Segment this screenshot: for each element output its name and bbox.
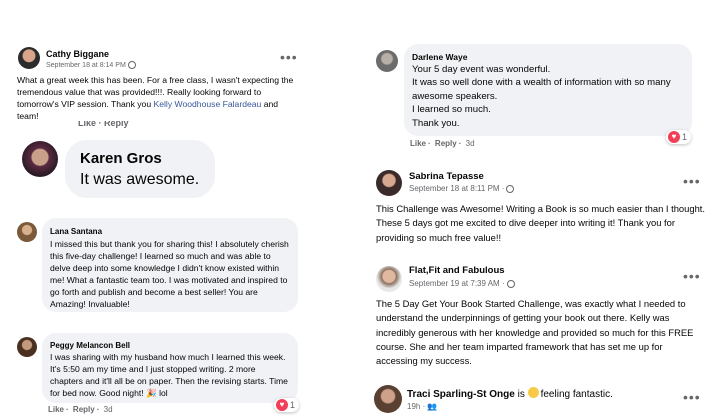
separator: · xyxy=(458,139,462,148)
more-options-icon[interactable]: ••• xyxy=(280,50,298,64)
post-text: The 5 Day Get Your Book Started Challeng… xyxy=(376,298,694,367)
separator: · xyxy=(428,139,431,148)
avatar[interactable] xyxy=(17,222,37,242)
reaction-badge[interactable]: ♥ 1 xyxy=(274,398,300,412)
comment-age: 3d xyxy=(103,405,113,414)
comment-line: I learned so much. xyxy=(412,104,491,116)
comment-actions: Like · Reply · 3d xyxy=(48,405,115,414)
more-options-icon[interactable]: ••• xyxy=(683,269,701,283)
avatar[interactable] xyxy=(18,47,40,69)
globe-icon xyxy=(506,279,515,288)
globe-icon xyxy=(127,61,136,69)
status-line: Traci Sparling-St Onge is feeling fantas… xyxy=(407,387,613,400)
avatar[interactable] xyxy=(376,50,398,72)
partial-actions: Like · Reply xyxy=(78,121,129,128)
comment-line: Thank you. xyxy=(412,117,460,129)
reply-button[interactable]: Reply xyxy=(73,405,95,414)
like-button[interactable]: Like xyxy=(410,139,426,148)
like-button[interactable]: Like xyxy=(48,405,64,414)
post-text: What a great week this has been. For a f… xyxy=(17,74,295,122)
comment-text: It was awesome. xyxy=(80,171,200,188)
avatar[interactable] xyxy=(376,170,402,196)
heart-icon: ♥ xyxy=(668,131,680,143)
author-name[interactable]: Cathy Biggane xyxy=(46,49,109,59)
reaction-badge[interactable]: ♥ 1 xyxy=(666,130,692,144)
comment-line: It was so well done with a wealth of inf… xyxy=(412,77,671,102)
comment-actions: Like · Reply · 3d xyxy=(410,139,477,148)
comment-text: I was sharing with my husband how much I… xyxy=(50,352,288,398)
post-time-text: September 18 at 8:11 PM · xyxy=(409,184,505,193)
comment-text: Your 5 day event was wonderful. It was s… xyxy=(412,63,687,130)
author-name[interactable]: Darlene Waye xyxy=(412,52,467,62)
more-options-icon[interactable]: ••• xyxy=(683,390,701,404)
avatar[interactable] xyxy=(22,141,58,177)
post-time-text: September 18 at 8:14 PM xyxy=(46,61,126,69)
author-name[interactable]: Karen Gros xyxy=(80,150,162,167)
comment-text: I missed this but thank you for sharing … xyxy=(50,239,289,309)
comment-age: 3d xyxy=(465,139,475,148)
heart-icon: ♥ xyxy=(276,399,288,411)
post-time[interactable]: September 18 at 8:14 PM xyxy=(46,61,136,69)
post-time-text: September 19 at 7:39 AM · xyxy=(409,279,505,288)
comment-line: Your 5 day event was wonderful. xyxy=(412,64,551,75)
post-time-text: 19h · xyxy=(407,402,426,411)
status-is: is xyxy=(514,389,528,400)
separator: · xyxy=(96,405,100,414)
post-time[interactable]: 19h · 👥 xyxy=(407,402,437,411)
author-name[interactable]: Traci Sparling-St Onge xyxy=(407,389,515,400)
globe-icon xyxy=(506,184,515,193)
more-options-icon[interactable]: ••• xyxy=(683,174,701,188)
comment-bubble xyxy=(65,140,215,198)
mention-link[interactable]: Kelly Woodhouse Falardeau xyxy=(154,99,262,109)
separator: · xyxy=(66,405,69,414)
avatar[interactable] xyxy=(376,266,402,292)
author-name[interactable]: Flat,Fit and Fabulous xyxy=(409,265,505,276)
post-time[interactable]: September 18 at 8:11 PM · xyxy=(409,184,515,193)
feeling-text: feeling fantastic. xyxy=(540,389,613,400)
friends-icon: 👥 xyxy=(427,402,438,411)
post-time[interactable]: September 19 at 7:39 AM · xyxy=(409,279,515,288)
author-name[interactable]: Sabrina Tepasse xyxy=(409,171,484,182)
feeling-emoji-icon xyxy=(527,387,539,398)
author-name[interactable]: Lana Santana xyxy=(50,227,102,236)
avatar[interactable] xyxy=(374,385,402,413)
reply-button[interactable]: Reply xyxy=(435,139,457,148)
reaction-count: 1 xyxy=(290,400,296,410)
reaction-count: 1 xyxy=(682,132,688,142)
author-name[interactable]: Peggy Melancon Bell xyxy=(50,341,130,350)
avatar[interactable] xyxy=(17,337,37,357)
post-text: This Challenge was Awesome! Writing a Bo… xyxy=(376,203,705,243)
